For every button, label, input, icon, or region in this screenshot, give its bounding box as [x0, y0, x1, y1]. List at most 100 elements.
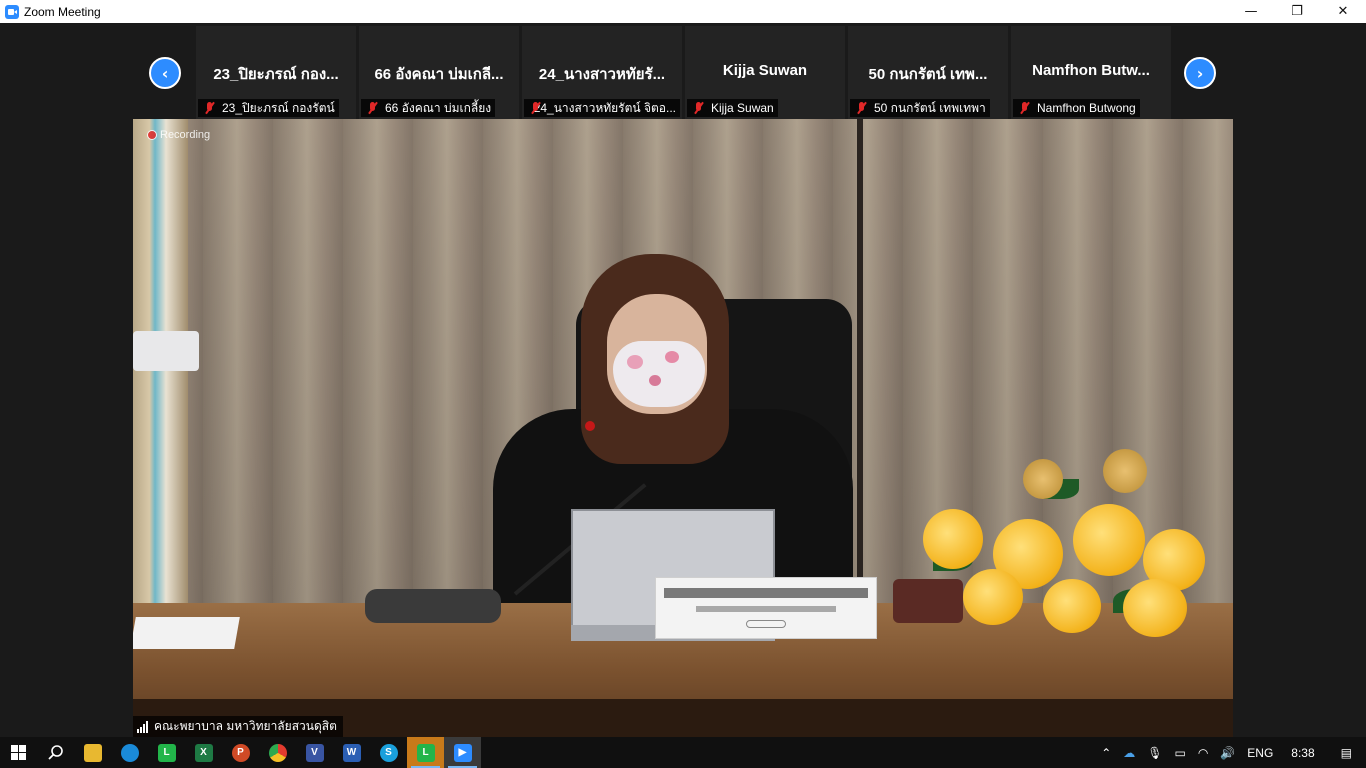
microphone-status[interactable]: 🎙 — [1141, 737, 1168, 768]
next-page-button[interactable]: › — [1184, 57, 1216, 89]
participant-tile[interactable]: 50 กนกรัตน์ เทพ... 50 กนกรัตน์ เทพเทพา — [848, 26, 1008, 119]
participant-tile[interactable]: 24_นางสาวหทัยรั... 24_นางสาวหทัยรัตน์ จิ… — [522, 26, 682, 119]
prev-page-button[interactable]: ‹ — [149, 57, 181, 89]
chrome-icon — [268, 743, 287, 762]
participant-label: Namfhon Butwong — [1013, 99, 1140, 117]
mic-muted-icon — [691, 101, 707, 115]
minimize-button[interactable]: — — [1228, 0, 1274, 23]
taskbar-chrome[interactable] — [259, 737, 296, 768]
language-indicator[interactable]: ENG — [1241, 737, 1279, 768]
participant-name: 23_ปิยะภรณ์ กอง... — [213, 66, 339, 83]
notification-icon: ▤ — [1340, 745, 1352, 760]
battery-status[interactable]: ▭ — [1169, 737, 1192, 768]
zoom-app-icon — [5, 4, 19, 19]
recording-indicator[interactable]: Recording — [147, 129, 210, 141]
close-button[interactable]: ✕ — [1320, 0, 1366, 23]
line-icon: L — [157, 743, 176, 762]
taskbar-edge[interactable] — [111, 737, 148, 768]
participant-name: 24_นางสาวหทัยรั... — [538, 66, 666, 83]
mic-muted-icon — [854, 101, 870, 115]
participant-label-text: Namfhon Butwong — [1037, 101, 1136, 115]
video-flower-arrangement — [893, 439, 1233, 639]
flower — [1073, 504, 1145, 576]
participant-tile[interactable]: Kijja Suwan Kijja Suwan — [685, 26, 845, 119]
mask-flower — [649, 375, 661, 386]
microphone-icon: 🎙 — [1147, 745, 1163, 760]
active-speaker-video[interactable]: Recording คณะพยาบาล มหาวิทยาลัยสวนดุสิต — [133, 119, 1233, 737]
video-microphone-base — [365, 589, 501, 623]
visio-icon: V — [305, 743, 324, 762]
taskbar-line[interactable]: L — [148, 737, 185, 768]
flower — [1103, 449, 1147, 493]
taskbar-file-explorer[interactable] — [74, 737, 111, 768]
recording-dot-icon — [147, 130, 157, 140]
flower — [1023, 459, 1063, 499]
participant-tile[interactable]: Namfhon Butw... Namfhon Butwong — [1011, 26, 1171, 119]
participant-name: Namfhon Butw... — [1032, 62, 1150, 79]
taskbar-line-active[interactable]: L — [407, 737, 444, 768]
taskbar-excel[interactable]: X — [185, 737, 222, 768]
window-controls: — ❐ ✕ — [1228, 0, 1366, 23]
nameplate-ornament — [746, 620, 786, 628]
windows-taskbar: L X P V W S L ▶ ⌃ ☁ 🎙 ▭ ◠ 🔊 ENG 8:38 ▤ — [0, 737, 1366, 768]
onedrive-status[interactable]: ☁ — [1117, 737, 1141, 768]
mic-muted-icon — [365, 101, 381, 115]
window-title: Zoom Meeting — [24, 4, 101, 19]
signal-strength-icon — [137, 720, 149, 733]
nameplate-line — [696, 606, 836, 612]
video-decor-pole — [857, 119, 863, 619]
participant-label: 50 กนกรัตน์ เทพเทพา — [850, 99, 990, 117]
taskbar-skype[interactable]: S — [370, 737, 407, 768]
recording-label: Recording — [160, 129, 211, 141]
participant-label-text: 23_ปิยะภรณ์ กองรัตน์ — [222, 101, 335, 115]
flower — [963, 569, 1023, 625]
line-icon: L — [416, 743, 435, 762]
chevron-right-icon: › — [1196, 63, 1204, 83]
mask-flower — [627, 355, 643, 369]
taskbar-powerpoint[interactable]: P — [222, 737, 259, 768]
clock[interactable]: 8:38 — [1279, 737, 1326, 768]
word-icon: W — [342, 743, 361, 762]
wifi-icon: ◠ — [1197, 745, 1209, 760]
system-tray: ⌃ ☁ 🎙 ▭ ◠ 🔊 ENG 8:38 ▤ — [1095, 737, 1366, 768]
volume-status[interactable]: 🔊 — [1214, 737, 1241, 768]
search-button[interactable] — [37, 737, 74, 768]
participant-name: 66 อังคณา บ่มเกลี... — [374, 66, 504, 83]
powerpoint-icon: P — [231, 743, 250, 762]
meeting-area: ‹ 23_ปิยะภรณ์ กอง... 23_ปิยะภรณ์ กองรัตน… — [0, 23, 1366, 737]
restore-button[interactable]: ❐ — [1274, 0, 1320, 23]
show-hidden-icons-button[interactable]: ⌃ — [1095, 737, 1117, 768]
action-center-button[interactable]: ▤ — [1327, 737, 1366, 768]
zoom-icon: ▶ — [453, 743, 472, 762]
participant-tile[interactable]: 66 อังคณา บ่มเกลี... 66 อังคณา บ่มเกลี้ย… — [359, 26, 519, 119]
participant-label: Kijja Suwan — [687, 99, 778, 117]
participant-label-text: 66 อังคณา บ่มเกลี้ยง — [385, 101, 492, 115]
taskbar-word[interactable]: W — [333, 737, 370, 768]
network-status[interactable]: ◠ — [1192, 737, 1214, 768]
mic-muted-icon — [528, 101, 537, 115]
flower — [1043, 579, 1101, 633]
taskbar-zoom[interactable]: ▶ — [444, 737, 481, 768]
flower — [1123, 579, 1187, 637]
folder-icon — [83, 743, 102, 762]
mask-flower — [665, 351, 679, 363]
taskbar-visio[interactable]: V — [296, 737, 333, 768]
search-icon — [47, 744, 63, 760]
chevron-left-icon: ‹ — [161, 63, 169, 83]
title-bar: Zoom Meeting — ❐ ✕ — [0, 0, 1366, 23]
participant-tile[interactable]: 23_ปิยะภรณ์ กอง... 23_ปิยะภรณ์ กองรัตน์ — [196, 26, 356, 119]
active-speaker-name: คณะพยาบาล มหาวิทยาลัยสวนดุสิต — [154, 719, 337, 733]
video-camera-device — [133, 331, 199, 371]
speaker-icon: 🔊 — [1220, 745, 1236, 760]
mic-muted-icon — [202, 101, 218, 115]
start-button[interactable] — [0, 737, 37, 768]
cloud-error-icon: ☁ — [1123, 745, 1136, 760]
windows-logo-icon — [11, 745, 26, 760]
edge-icon — [120, 743, 139, 762]
video-paper — [133, 617, 240, 649]
flower — [923, 509, 983, 569]
battery-icon: ▭ — [1174, 745, 1186, 760]
chevron-up-icon: ⌃ — [1101, 745, 1112, 760]
skype-icon: S — [379, 743, 398, 762]
participant-label-text: Kijja Suwan — [711, 101, 774, 115]
